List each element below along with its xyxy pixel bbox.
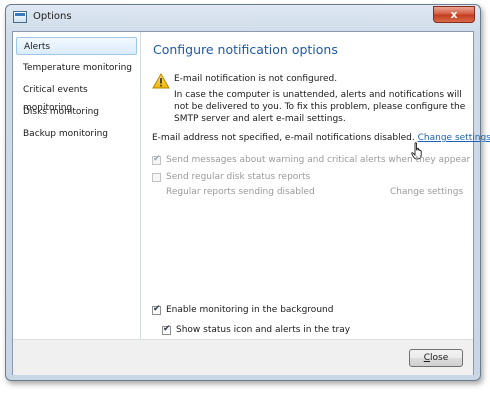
disk-reports-checkbox[interactable] xyxy=(152,172,161,182)
window-title: Options xyxy=(33,11,72,22)
status-icon-tray-checkbox[interactable] xyxy=(162,324,171,335)
warning-text: In case the computer is unattended, aler… xyxy=(174,90,466,124)
warning-icon xyxy=(152,73,170,89)
window-close-button[interactable]: x xyxy=(433,6,475,23)
monitor-background-checkbox[interactable] xyxy=(152,304,161,315)
reports-change-settings-link[interactable]: Change settings xyxy=(390,187,463,197)
monitor-background-label: Enable monitoring in the background xyxy=(166,305,334,315)
send-alerts-checkbox[interactable] xyxy=(152,154,161,165)
monitor-background-option: Enable monitoring in the background xyxy=(152,304,334,315)
title-bar[interactable]: Options x xyxy=(6,5,480,31)
options-window: Options x Alerts Temperature monitoring … xyxy=(5,4,490,381)
send-alerts-option: Send messages about warning and critical… xyxy=(152,154,471,165)
send-alerts-label: Send messages about warning and critical… xyxy=(166,155,471,165)
reports-status-text: Regular reports sending disabled xyxy=(166,187,315,197)
window-icon xyxy=(13,11,27,23)
sidebar-item-temperature-monitoring[interactable]: Temperature monitoring xyxy=(16,59,137,77)
close-label-rest: lose xyxy=(430,353,449,363)
dialog-client-area: Alerts Temperature monitoring Critical e… xyxy=(12,31,490,375)
disk-reports-option: Send regular disk status reports xyxy=(152,172,310,182)
status-icon-tray-label: Show status icon and alerts in the tray xyxy=(176,325,351,335)
email-status-text: E-mail address not specified, e-mail not… xyxy=(152,133,415,143)
page-title: Configure notification options xyxy=(153,42,338,57)
sidebar: Alerts Temperature monitoring Critical e… xyxy=(13,32,141,339)
change-settings-link[interactable]: Change settings xyxy=(418,133,490,143)
disk-reports-label: Send regular disk status reports xyxy=(166,172,311,182)
dialog-footer: Close xyxy=(13,339,473,375)
sidebar-item-alerts[interactable]: Alerts xyxy=(16,37,137,55)
alerts-panel: Configure notification options E-mail no… xyxy=(141,32,490,339)
sidebar-item-critical-events-monitoring[interactable]: Critical events monitoring xyxy=(16,81,137,113)
email-status-line: E-mail address not specified, e-mail not… xyxy=(152,133,490,143)
status-icon-tray-option: Show status icon and alerts in the tray xyxy=(162,324,351,335)
sidebar-item-disks-monitoring[interactable]: Disks monitoring xyxy=(16,103,137,121)
sidebar-item-backup-monitoring[interactable]: Backup monitoring xyxy=(16,125,137,143)
close-button[interactable]: Close xyxy=(409,349,463,367)
warning-title: E-mail notification is not configured. xyxy=(174,74,338,84)
